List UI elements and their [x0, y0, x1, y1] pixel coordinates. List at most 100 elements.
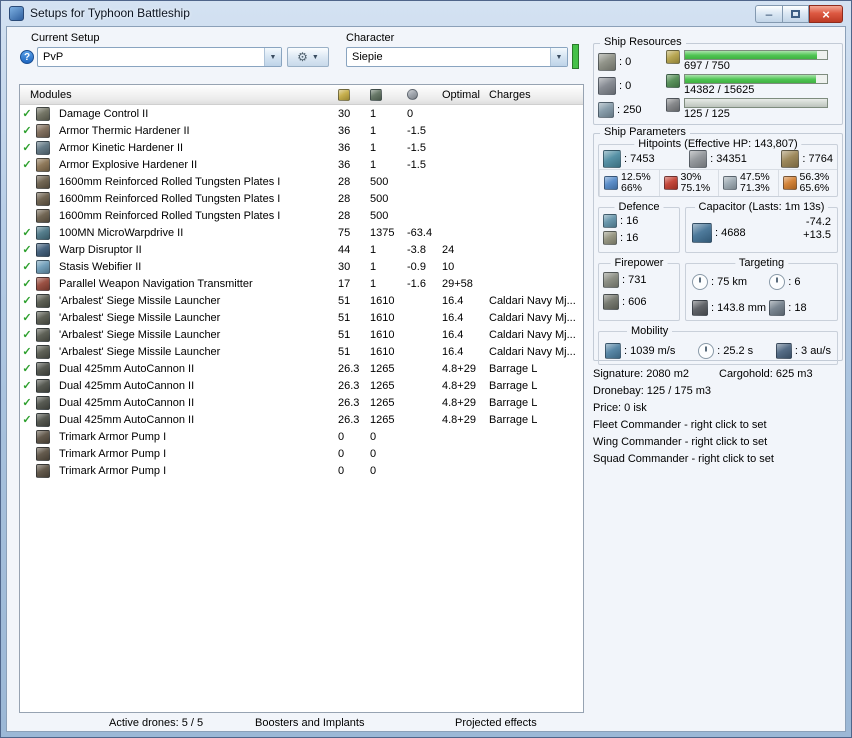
scan-resolution-icon	[692, 300, 708, 316]
module-row[interactable]: Armor Thermic Hardener II 36 1 -1.5	[20, 122, 583, 139]
module-cap-use: -0.9	[407, 260, 426, 273]
boosters-implants-section[interactable]: Boosters and Implants	[255, 717, 364, 729]
check-icon	[20, 379, 34, 392]
module-row[interactable]: Trimark Armor Pump I 0 0	[20, 428, 583, 445]
module-row[interactable]: Parallel Weapon Navigation Transmitter 1…	[20, 275, 583, 292]
module-powergrid: 1265	[370, 362, 395, 375]
chevron-down-icon[interactable]: ▼	[550, 48, 567, 66]
module-row[interactable]: Dual 425mm AutoCannon II 26.3 1265 4.8+2…	[20, 394, 583, 411]
module-row[interactable]: Stasis Webifier II 30 1 -0.9 10	[20, 258, 583, 275]
module-cpu: 26.3	[338, 362, 360, 375]
module-row[interactable]: 'Arbalest' Siege Missile Launcher 51 161…	[20, 292, 583, 309]
capacitor-icon	[692, 223, 712, 243]
module-name: Stasis Webifier II	[59, 260, 142, 273]
module-cpu: 36	[338, 158, 351, 171]
maximize-button[interactable]	[782, 5, 809, 23]
defence-value-2: : 16	[620, 232, 639, 244]
module-powergrid: 1265	[370, 379, 395, 392]
projected-effects-section[interactable]: Projected effects	[455, 717, 537, 729]
active-drones-section[interactable]: Active drones: 5 / 5	[109, 717, 203, 729]
module-icon	[36, 106, 50, 121]
check-icon	[20, 362, 34, 375]
setup-tools-button[interactable]: ⚙ ▼	[287, 47, 329, 67]
module-name: 'Arbalest' Siege Missile Launcher	[59, 345, 221, 358]
powergrid-column-icon[interactable]	[370, 88, 382, 101]
character-select[interactable]: Siepie ▼	[346, 47, 568, 67]
armor-icon	[689, 150, 708, 168]
turret-hardpoint-icon	[598, 53, 616, 71]
module-row[interactable]: Trimark Armor Pump I 0 0	[20, 445, 583, 462]
module-row[interactable]: 'Arbalest' Siege Missile Launcher 51 161…	[20, 326, 583, 343]
module-row[interactable]: 'Arbalest' Siege Missile Launcher 51 161…	[20, 343, 583, 360]
fleet-commander-slot[interactable]: Fleet Commander - right click to set	[593, 419, 845, 431]
help-icon[interactable]: ?	[20, 50, 34, 64]
module-icon	[36, 344, 50, 359]
armor-resist-value: 75.1%	[680, 182, 711, 194]
module-optimal: 29+58	[442, 277, 473, 290]
module-cpu: 51	[338, 345, 351, 358]
chevron-down-icon[interactable]: ▼	[264, 48, 281, 66]
speed-icon	[605, 343, 621, 359]
check-icon	[20, 141, 34, 154]
modules-column-header[interactable]: Modules	[20, 89, 338, 101]
mobility-title: Mobility	[627, 325, 673, 337]
calibration-value: : 250	[617, 104, 642, 116]
setup-select[interactable]: PvP ▼	[37, 47, 282, 67]
module-powergrid: 1610	[370, 311, 395, 324]
module-cpu: 36	[338, 141, 351, 154]
module-row[interactable]: Dual 425mm AutoCannon II 26.3 1265 4.8+2…	[20, 360, 583, 377]
module-cpu: 51	[338, 294, 351, 307]
module-row[interactable]: Dual 425mm AutoCannon II 26.3 1265 4.8+2…	[20, 377, 583, 394]
maximize-icon	[791, 10, 800, 18]
check-icon	[20, 345, 34, 358]
optimal-column-header[interactable]: Optimal	[442, 89, 489, 101]
module-name: Trimark Armor Pump I	[59, 447, 167, 460]
module-icon	[36, 327, 50, 342]
module-cpu: 28	[338, 175, 351, 188]
cpu-column-icon[interactable]	[338, 88, 350, 101]
modules-table-body: Damage Control II 30 1 0 Armor Thermic H…	[20, 105, 583, 479]
module-row[interactable]: Armor Explosive Hardener II 36 1 -1.5	[20, 156, 583, 173]
titlebar[interactable]: Setups for Typhoon Battleship – ×	[1, 1, 851, 26]
squad-commander-slot[interactable]: Squad Commander - right click to set	[593, 453, 845, 465]
module-row[interactable]: 1600mm Reinforced Rolled Tungsten Plates…	[20, 207, 583, 224]
wing-commander-slot[interactable]: Wing Commander - right click to set	[593, 436, 845, 448]
module-powergrid: 1610	[370, 345, 395, 358]
module-cpu: 26.3	[338, 413, 360, 426]
minimize-button[interactable]: –	[755, 5, 782, 23]
module-icon	[36, 446, 50, 461]
module-row[interactable]: Dual 425mm AutoCannon II 26.3 1265 4.8+2…	[20, 411, 583, 428]
window: Setups for Typhoon Battleship – × Curren…	[0, 0, 852, 738]
module-row[interactable]: Trimark Armor Pump I 0 0	[20, 462, 583, 479]
module-row[interactable]: 1600mm Reinforced Rolled Tungsten Plates…	[20, 173, 583, 190]
module-row[interactable]: Armor Kinetic Hardener II 36 1 -1.5	[20, 139, 583, 156]
firepower-box: Firepower : 731 : 606	[598, 257, 680, 321]
module-powergrid: 1	[370, 107, 377, 120]
shield-recharge-icon	[603, 214, 617, 228]
module-cpu: 44	[338, 243, 351, 256]
module-row[interactable]: Damage Control II 30 1 0	[20, 105, 583, 122]
module-row[interactable]: 100MN MicroWarpdrive II 75 1375 -63.4	[20, 224, 583, 241]
module-charges: Barrage L	[489, 362, 538, 375]
charges-column-header[interactable]: Charges	[489, 89, 583, 101]
module-optimal: 16.4	[442, 328, 464, 341]
drone-bandwidth-bar	[684, 98, 828, 108]
module-row[interactable]: 1600mm Reinforced Rolled Tungsten Plates…	[20, 190, 583, 207]
module-icon	[36, 412, 50, 427]
module-row[interactable]: Warp Disruptor II 44 1 -3.8 24	[20, 241, 583, 258]
module-powergrid: 500	[370, 175, 389, 188]
module-name: Dual 425mm AutoCannon II	[59, 396, 195, 409]
close-button[interactable]: ×	[809, 5, 843, 23]
targeting-box: Targeting : 75 km : 6 : 143.8 mm: 18	[685, 257, 838, 321]
capacitor-column-icon[interactable]	[407, 89, 418, 100]
module-charges: Barrage L	[489, 396, 538, 409]
firepower-title: Firepower	[610, 257, 668, 269]
wrench-icon: ⚙	[297, 50, 308, 64]
module-icon	[36, 310, 50, 325]
resist-cell: 12.5% 66%	[599, 170, 659, 196]
module-row[interactable]: 'Arbalest' Siege Missile Launcher 51 161…	[20, 309, 583, 326]
check-icon	[20, 243, 34, 256]
check-icon	[20, 311, 34, 324]
armor-hp-value: : 34351	[710, 153, 747, 165]
signature-value: Signature: 2080 m2	[593, 368, 690, 380]
